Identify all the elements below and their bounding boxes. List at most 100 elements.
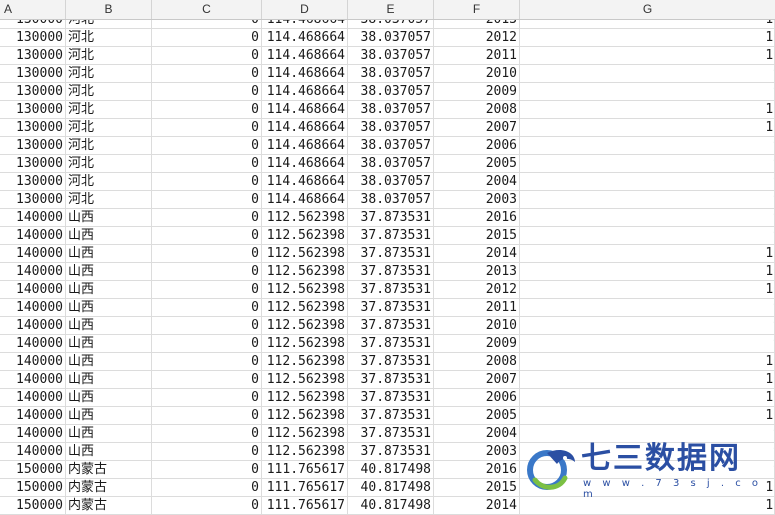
cell-d[interactable]: 114.468664	[262, 191, 348, 208]
cell-a[interactable]: 140000	[0, 389, 66, 406]
cell-a[interactable]: 140000	[0, 299, 66, 316]
cell-e[interactable]: 38.037057	[348, 155, 434, 172]
cell-a[interactable]: 140000	[0, 209, 66, 226]
cell-g[interactable]: 9	[520, 191, 775, 208]
cell-d[interactable]: 112.562398	[262, 209, 348, 226]
cell-e[interactable]: 37.873531	[348, 443, 434, 460]
cell-b[interactable]: 山西	[66, 389, 152, 406]
cell-f[interactable]: 2014	[434, 497, 520, 514]
cell-f[interactable]: 2010	[434, 65, 520, 82]
cell-c[interactable]: 0	[152, 425, 262, 442]
cell-b[interactable]: 山西	[66, 227, 152, 244]
cell-b[interactable]: 内蒙古	[66, 479, 152, 496]
cell-e[interactable]: 37.873531	[348, 371, 434, 388]
cell-d[interactable]: 114.468664	[262, 65, 348, 82]
cell-a[interactable]: 130000	[0, 47, 66, 64]
cell-d[interactable]: 114.468664	[262, 137, 348, 154]
cell-c[interactable]: 0	[152, 29, 262, 46]
cell-f[interactable]: 2012	[434, 29, 520, 46]
cell-g[interactable]: 9	[520, 155, 775, 172]
cell-e[interactable]: 37.873531	[348, 209, 434, 226]
cell-b[interactable]: 山西	[66, 245, 152, 262]
cell-e[interactable]: 38.037057	[348, 29, 434, 46]
cell-c[interactable]: 0	[152, 317, 262, 334]
cell-a[interactable]: 140000	[0, 443, 66, 460]
cell-b[interactable]: 内蒙古	[66, 497, 152, 514]
cell-g[interactable]: 10	[520, 263, 775, 280]
cell-e[interactable]: 40.817498	[348, 497, 434, 514]
cell-c[interactable]: 0	[152, 263, 262, 280]
cell-b[interactable]: 河北	[66, 29, 152, 46]
cell-f[interactable]: 2004	[434, 425, 520, 442]
cell-d[interactable]: 112.562398	[262, 299, 348, 316]
cell-g[interactable]: 10	[520, 407, 775, 424]
cell-a[interactable]: 130000	[0, 29, 66, 46]
cell-c[interactable]: 0	[152, 137, 262, 154]
cell-e[interactable]: 38.037057	[348, 47, 434, 64]
cell-c[interactable]: 0	[152, 407, 262, 424]
cell-d[interactable]: 111.765617	[262, 461, 348, 478]
cell-b[interactable]: 河北	[66, 47, 152, 64]
cell-g[interactable]: 9	[520, 83, 775, 100]
cell-b[interactable]: 山西	[66, 353, 152, 370]
cell-e[interactable]: 37.873531	[348, 389, 434, 406]
cell-f[interactable]: 2007	[434, 371, 520, 388]
cell-f[interactable]: 2008	[434, 353, 520, 370]
cell-d[interactable]: 112.562398	[262, 407, 348, 424]
cell-c[interactable]: 0	[152, 443, 262, 460]
cell-f[interactable]: 2012	[434, 281, 520, 298]
cell-a[interactable]: 150000	[0, 461, 66, 478]
cell-c[interactable]: 0	[152, 155, 262, 172]
cell-a[interactable]: 140000	[0, 425, 66, 442]
cell-g[interactable]: 10	[520, 353, 775, 370]
cell-g[interactable]: 10	[520, 389, 775, 406]
cell-a[interactable]: 130000	[0, 65, 66, 82]
cell-b[interactable]: 内蒙古	[66, 461, 152, 478]
cell-g[interactable]: 9	[520, 299, 775, 316]
cell-a[interactable]: 130000	[0, 191, 66, 208]
cell-b[interactable]: 山西	[66, 335, 152, 352]
column-header-f[interactable]: F	[434, 0, 520, 19]
cell-d[interactable]: 112.562398	[262, 335, 348, 352]
cell-e[interactable]: 37.873531	[348, 317, 434, 334]
cell-g[interactable]: 10	[520, 29, 775, 46]
cell-b[interactable]: 河北	[66, 119, 152, 136]
cell-d[interactable]: 111.765617	[262, 479, 348, 496]
cell-c[interactable]: 0	[152, 389, 262, 406]
cell-a[interactable]: 150000	[0, 497, 66, 514]
cell-d[interactable]: 112.562398	[262, 371, 348, 388]
cell-f[interactable]: 2011	[434, 47, 520, 64]
cell-d[interactable]: 112.562398	[262, 425, 348, 442]
cell-b[interactable]: 山西	[66, 425, 152, 442]
cell-a[interactable]: 140000	[0, 227, 66, 244]
cell-b[interactable]: 河北	[66, 191, 152, 208]
cell-d[interactable]: 114.468664	[262, 155, 348, 172]
cell-f[interactable]: 2016	[434, 461, 520, 478]
cell-e[interactable]: 38.037057	[348, 137, 434, 154]
cell-e[interactable]: 40.817498	[348, 479, 434, 496]
cell-b[interactable]: 河北	[66, 137, 152, 154]
cell-e[interactable]: 37.873531	[348, 353, 434, 370]
cell-f[interactable]: 2008	[434, 101, 520, 118]
cell-e[interactable]: 38.037057	[348, 119, 434, 136]
cell-d[interactable]: 112.562398	[262, 245, 348, 262]
cell-e[interactable]: 37.873531	[348, 227, 434, 244]
cell-c[interactable]: 0	[152, 173, 262, 190]
cell-g[interactable]: 9	[520, 335, 775, 352]
column-header-d[interactable]: D	[262, 0, 348, 19]
cell-b[interactable]: 山西	[66, 263, 152, 280]
cell-a[interactable]: 140000	[0, 317, 66, 334]
cell-e[interactable]: 38.037057	[348, 101, 434, 118]
cell-e[interactable]: 37.873531	[348, 299, 434, 316]
cell-b[interactable]: 山西	[66, 281, 152, 298]
cell-c[interactable]: 0	[152, 299, 262, 316]
cell-b[interactable]: 山西	[66, 299, 152, 316]
cell-a[interactable]: 150000	[0, 479, 66, 496]
cell-c[interactable]: 0	[152, 65, 262, 82]
cell-c[interactable]: 0	[152, 497, 262, 514]
cell-d[interactable]: 112.562398	[262, 389, 348, 406]
cell-a[interactable]: 140000	[0, 281, 66, 298]
cell-g[interactable]: 10	[520, 371, 775, 388]
cell-f[interactable]: 2010	[434, 317, 520, 334]
cell-f[interactable]: 2006	[434, 137, 520, 154]
